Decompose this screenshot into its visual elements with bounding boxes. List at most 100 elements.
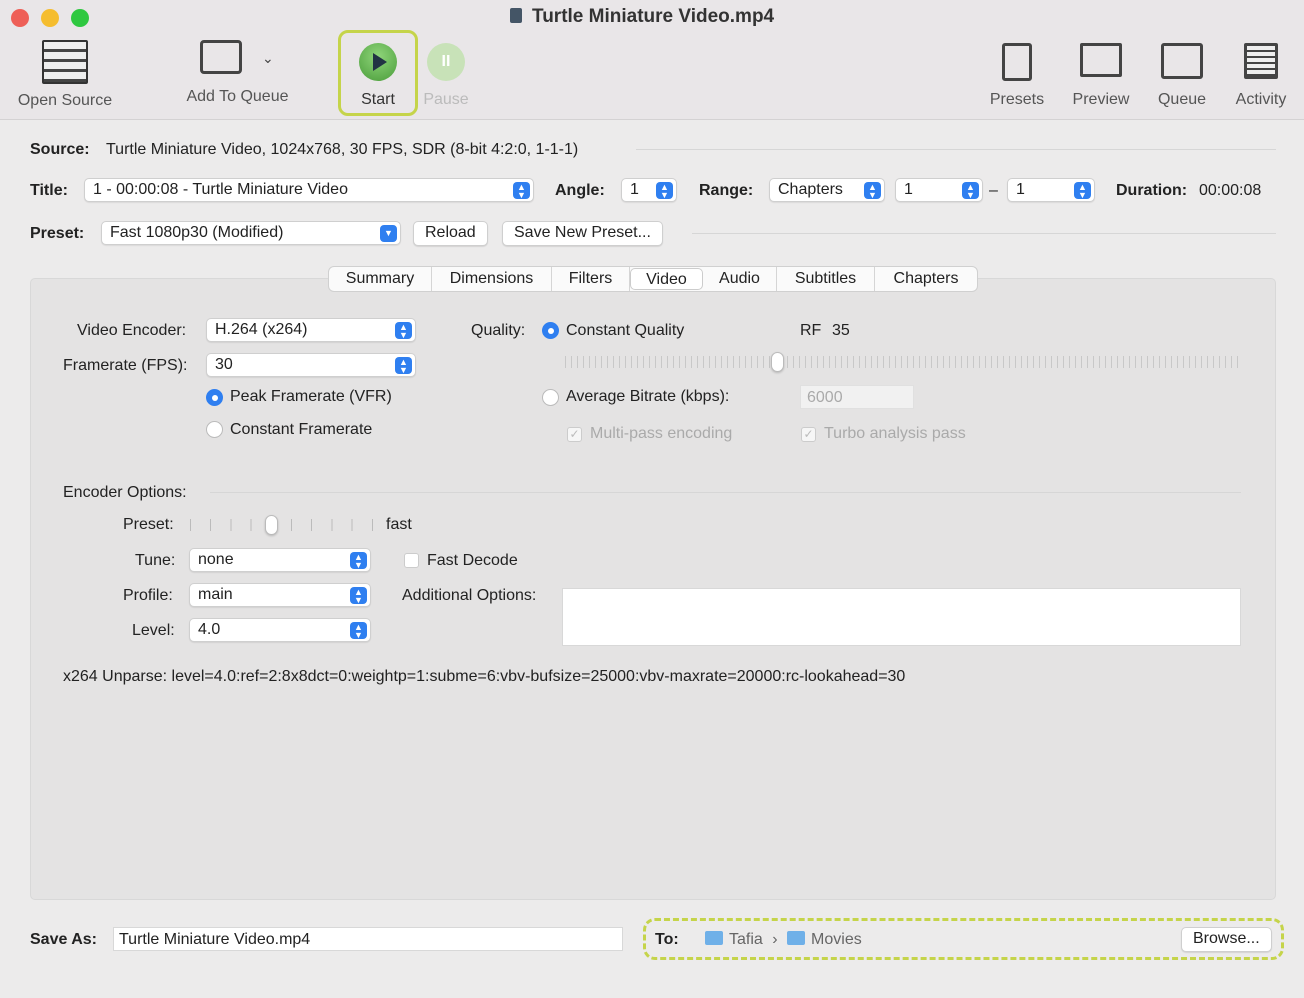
encoder-preset-label: Preset: [123, 516, 174, 533]
minimize-button[interactable] [41, 9, 59, 27]
document-icon [510, 8, 522, 23]
peak-framerate-radio[interactable] [206, 389, 223, 406]
profile-select[interactable]: main ▲ ▼ [189, 583, 371, 607]
tab-video[interactable]: Video [630, 268, 703, 290]
browse-button[interactable]: Browse... [1181, 927, 1272, 952]
quality-label: Quality: [471, 322, 526, 339]
video-encoder-select[interactable]: H.264 (x264) ▲ ▼ [206, 318, 416, 342]
source-value: Turtle Miniature Video, 1024x768, 30 FPS… [106, 141, 579, 158]
average-bitrate-label: Average Bitrate (kbps): [566, 388, 730, 405]
constant-framerate-radio[interactable] [206, 421, 223, 438]
save-as-input[interactable]: Turtle Miniature Video.mp4 [113, 927, 623, 951]
window-title: Turtle Miniature Video.mp4 [510, 6, 774, 28]
turbo-label: Turbo analysis pass [824, 425, 966, 442]
rf-label: RF [800, 322, 822, 339]
x264-unparse-text: x264 Unparse: level=4.0:ref=2:8x8dct=0:w… [63, 668, 906, 685]
angle-label: Angle: [555, 182, 605, 199]
multipass-label: Multi-pass encoding [590, 425, 733, 442]
activity-button[interactable]: Activity [1228, 43, 1294, 109]
start-button[interactable]: Start [340, 43, 416, 109]
activity-icon [1244, 43, 1278, 79]
clapperboard-icon [42, 40, 88, 84]
range-start-select[interactable]: 1 ▲ ▼ [895, 178, 983, 202]
tune-select[interactable]: none ▲ ▼ [189, 548, 371, 572]
constant-quality-radio[interactable] [542, 322, 559, 339]
encoder-preset-value: fast [386, 516, 412, 533]
rf-value: 35 [832, 322, 850, 339]
chevron-down-icon: ▼ [380, 225, 397, 242]
presets-icon [1002, 43, 1032, 81]
additional-options-label: Additional Options: [402, 587, 537, 604]
average-bitrate-radio[interactable] [542, 389, 559, 406]
tune-label: Tune: [135, 552, 176, 569]
angle-select[interactable]: 1 ▲ ▼ [621, 178, 677, 202]
duration-label: Duration: [1116, 182, 1188, 199]
range-select[interactable]: Chapters ▲ ▼ [769, 178, 885, 202]
multipass-checkbox[interactable]: ✓ [567, 427, 582, 442]
tab-bar: Summary Dimensions Filters Video Audio S… [328, 266, 978, 292]
preview-icon [1080, 43, 1122, 77]
stepper-icon: ▲ ▼ [395, 322, 412, 340]
save-as-label: Save As: [30, 931, 97, 948]
quality-slider[interactable] [565, 356, 1242, 368]
turbo-checkbox[interactable]: ✓ [801, 427, 816, 442]
add-to-queue-button[interactable]: Add To Queue [180, 40, 295, 106]
stepper-icon: ▲ ▼ [350, 552, 367, 570]
source-label: Source: [30, 141, 90, 158]
title-select[interactable]: 1 - 00:00:08 - Turtle Miniature Video ▲ ▼ [84, 178, 534, 202]
quality-slider-thumb[interactable] [771, 352, 785, 372]
range-end-select[interactable]: 1 ▲ ▼ [1007, 178, 1095, 202]
chevron-down-icon[interactable]: ⌄ [262, 50, 274, 67]
pause-button[interactable]: II Pause [418, 43, 474, 109]
constant-framerate-label: Constant Framerate [230, 421, 373, 438]
bitrate-input[interactable]: 6000 [800, 385, 914, 409]
fast-decode-label: Fast Decode [427, 552, 518, 569]
play-icon [359, 43, 397, 81]
tab-summary[interactable]: Summary [329, 267, 432, 291]
tab-audio[interactable]: Audio [703, 267, 777, 291]
stepper-icon: ▲ ▼ [350, 587, 367, 605]
stepper-icon: ▲ ▼ [513, 182, 530, 200]
title-label: Title: [30, 182, 68, 199]
level-label: Level: [132, 622, 175, 639]
framerate-select[interactable]: 30 ▲ ▼ [206, 353, 416, 377]
zoom-button[interactable] [71, 9, 89, 27]
queue-button[interactable]: Queue [1150, 43, 1214, 109]
folder-icon [787, 931, 806, 945]
stepper-icon: ▲ ▼ [395, 357, 412, 375]
level-select[interactable]: 4.0 ▲ ▼ [189, 618, 371, 642]
preset-label: Preset: [30, 225, 85, 242]
fast-decode-checkbox[interactable] [404, 553, 419, 568]
reload-button[interactable]: Reload [413, 221, 488, 246]
pause-icon: II [427, 43, 465, 81]
close-button[interactable] [11, 9, 29, 27]
preset-select[interactable]: Fast 1080p30 (Modified) ▼ [101, 221, 401, 245]
folder-icon [705, 931, 723, 945]
tab-filters[interactable]: Filters [552, 267, 630, 291]
tab-dimensions[interactable]: Dimensions [432, 267, 552, 291]
preview-button[interactable]: Preview [1066, 43, 1136, 109]
toolbar: Turtle Miniature Video.mp4 Open Source A… [0, 0, 1304, 120]
stepper-icon: ▲ ▼ [864, 182, 881, 200]
queue-icon [1161, 43, 1203, 79]
stepper-icon: ▲ ▼ [962, 182, 979, 200]
add-image-icon [200, 40, 242, 74]
save-new-preset-button[interactable]: Save New Preset... [502, 221, 663, 246]
encoder-preset-slider[interactable] [190, 519, 373, 531]
encoder-preset-thumb[interactable] [265, 515, 278, 535]
video-encoder-label: Video Encoder: [77, 322, 187, 339]
tab-subtitles[interactable]: Subtitles [777, 267, 875, 291]
presets-button[interactable]: Presets [982, 43, 1052, 109]
profile-label: Profile: [123, 587, 173, 604]
encoder-options-label: Encoder Options: [63, 484, 187, 501]
constant-quality-label: Constant Quality [566, 322, 685, 339]
peak-framerate-label: Peak Framerate (VFR) [230, 388, 392, 405]
duration-value: 00:00:08 [1199, 182, 1262, 199]
stepper-icon: ▲ ▼ [656, 182, 673, 200]
additional-options-input[interactable] [562, 588, 1241, 646]
to-label: To: [655, 931, 679, 948]
range-separator: – [989, 182, 998, 199]
destination-path[interactable]: Tafia › Movies [705, 931, 862, 949]
tab-chapters[interactable]: Chapters [875, 267, 977, 291]
open-source-button[interactable]: Open Source [10, 40, 120, 110]
